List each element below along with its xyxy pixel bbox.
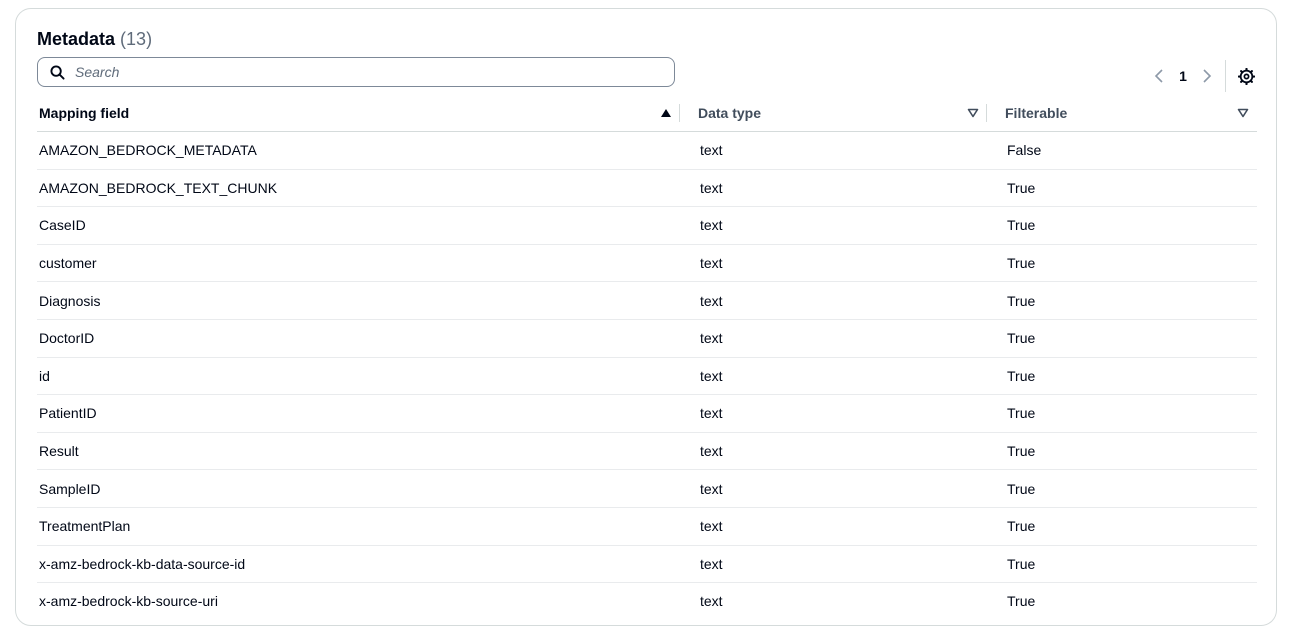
previous-page-button[interactable]: [1147, 64, 1171, 88]
column-header-label: Data type: [698, 105, 762, 121]
search-box[interactable]: [37, 57, 675, 87]
filterable-cell: True: [987, 394, 1257, 433]
sort-descending-icon: [967, 108, 979, 118]
data-type-cell: text: [680, 131, 987, 170]
column-header-label: Mapping field: [39, 105, 130, 121]
filterable-cell: True: [987, 357, 1257, 396]
metadata-panel: Metadata (13) 1: [15, 8, 1277, 626]
table-row: x-amz-bedrock-kb-data-source-id text True: [37, 545, 1257, 584]
table-row: x-amz-bedrock-kb-source-uri text True: [37, 583, 1257, 620]
search-icon: [50, 64, 65, 80]
column-header-data-type[interactable]: Data type: [680, 95, 987, 132]
table-row: id text True: [37, 357, 1257, 396]
mapping-field-cell: id: [37, 357, 680, 396]
table-row: Diagnosis text True: [37, 281, 1257, 320]
data-type-cell: text: [680, 357, 987, 396]
filterable-cell: False: [987, 131, 1257, 170]
filterable-cell: True: [987, 319, 1257, 358]
table-row: SampleID text True: [37, 469, 1257, 508]
filterable-cell: True: [987, 507, 1257, 546]
table-header-row: Mapping field Data type Filterable: [37, 95, 1257, 132]
filterable-cell: True: [987, 281, 1257, 320]
mapping-field-cell: AMAZON_BEDROCK_TEXT_CHUNK: [37, 169, 680, 208]
column-header-mapping-field[interactable]: Mapping field: [37, 95, 680, 132]
next-page-button[interactable]: [1195, 64, 1219, 88]
search-input[interactable]: [75, 64, 635, 80]
gear-icon: [1237, 67, 1255, 85]
data-type-cell: text: [680, 206, 987, 245]
table-row: DoctorID text True: [37, 319, 1257, 358]
filterable-cell: True: [987, 169, 1257, 208]
data-type-cell: text: [680, 394, 987, 433]
table-row: Result text True: [37, 432, 1257, 471]
chevron-left-icon: [1154, 69, 1163, 83]
mapping-field-cell: SampleID: [37, 469, 680, 508]
filterable-cell: True: [987, 206, 1257, 245]
table-body: AMAZON_BEDROCK_METADATA text False AMAZON_B…: [37, 131, 1257, 620]
data-type-cell: text: [680, 469, 987, 508]
preferences-button[interactable]: [1234, 64, 1258, 88]
column-header-filterable[interactable]: Filterable: [987, 95, 1257, 132]
table-row: CaseID text True: [37, 206, 1257, 245]
mapping-field-cell: CaseID: [37, 206, 680, 245]
mapping-field-cell: Result: [37, 432, 680, 471]
mapping-field-cell: Diagnosis: [37, 281, 680, 320]
data-type-cell: text: [680, 244, 987, 283]
data-type-cell: text: [680, 432, 987, 471]
metadata-table: Mapping field Data type Filterable AMAZO…: [37, 95, 1257, 620]
filterable-cell: True: [987, 545, 1257, 584]
data-type-cell: text: [680, 319, 987, 358]
table-row: PatientID text True: [37, 394, 1257, 433]
mapping-field-cell: TreatmentPlan: [37, 507, 680, 546]
sort-ascending-icon: [661, 109, 671, 117]
table-row: AMAZON_BEDROCK_TEXT_CHUNK text True: [37, 169, 1257, 208]
data-type-cell: text: [700, 593, 723, 610]
mapping-field-cell: PatientID: [37, 394, 680, 433]
data-type-cell: text: [680, 545, 987, 584]
panel-title-text: Metadata: [37, 29, 116, 49]
chevron-right-icon: [1203, 69, 1212, 83]
sort-descending-icon: [1237, 108, 1249, 118]
table-row: customer text True: [37, 244, 1257, 283]
filterable-cell: True: [1007, 593, 1036, 610]
data-type-cell: text: [680, 169, 987, 208]
pager-divider: [1225, 60, 1226, 92]
mapping-field-cell: x-amz-bedrock-kb-source-uri: [39, 593, 218, 610]
data-type-cell: text: [680, 281, 987, 320]
item-count: (13): [120, 29, 153, 49]
mapping-field-cell: x-amz-bedrock-kb-data-source-id: [37, 545, 680, 584]
current-page-button[interactable]: 1: [1171, 68, 1195, 84]
mapping-field-cell: customer: [37, 244, 680, 283]
data-type-cell: text: [680, 507, 987, 546]
mapping-field-cell: DoctorID: [37, 319, 680, 358]
mapping-field-cell: AMAZON_BEDROCK_METADATA: [37, 131, 680, 170]
panel-title: Metadata (13): [37, 27, 152, 51]
column-header-label: Filterable: [1005, 105, 1068, 121]
filterable-cell: True: [987, 244, 1257, 283]
pagination: 1: [1147, 60, 1258, 92]
filterable-cell: True: [987, 432, 1257, 471]
filterable-cell: True: [987, 469, 1257, 508]
table-row: TreatmentPlan text True: [37, 507, 1257, 546]
table-row: AMAZON_BEDROCK_METADATA text False: [37, 131, 1257, 170]
